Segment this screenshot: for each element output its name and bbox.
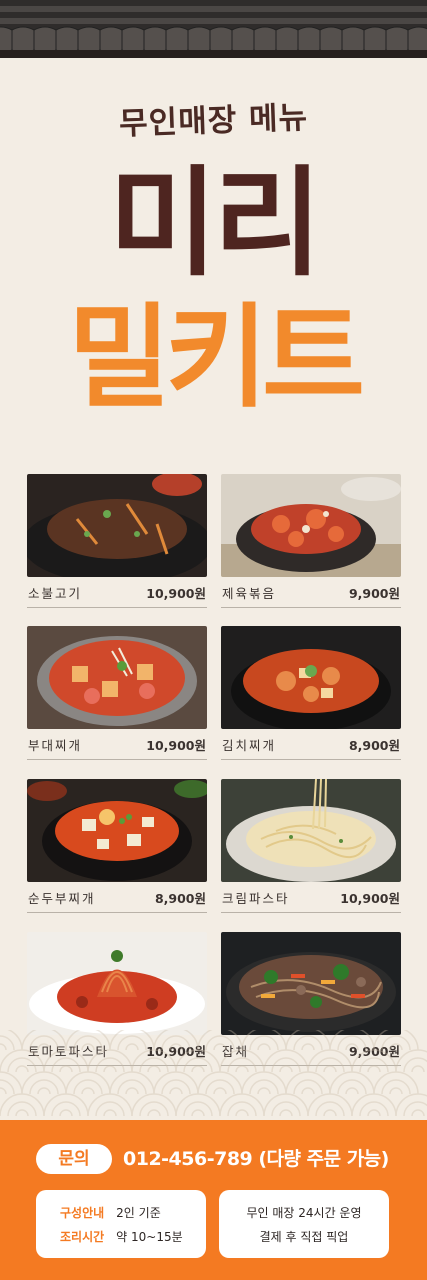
note-line: 결제 후 직접 픽업 [259,1230,349,1244]
notes-box: 무인 매장 24시간 운영 결제 후 직접 픽업 [219,1190,389,1258]
menu-item[interactable]: 순두부찌개 8,900원 [27,779,207,913]
inquiry-badge: 문의 [36,1144,112,1174]
menu-item-price: 9,900원 [348,585,400,601]
info-value: 약 10~15분 [116,1230,183,1244]
note-line: 무인 매장 24시간 운영 [246,1206,362,1220]
menu-item-name: 부대찌개 [28,737,83,753]
menu-item-price: 10,900원 [340,890,400,906]
menu-item-name: 크림파스타 [222,890,290,906]
menu-item[interactable]: 김치찌개 8,900원 [221,626,401,760]
info-box: 구성안내 2인 기준 조리시간 약 10~15분 [36,1190,206,1258]
menu-item-price: 10,900원 [146,585,206,601]
menu-item[interactable]: 크림파스타 10,900원 [221,779,401,913]
title-miri: 미리 [108,154,322,292]
wave-pattern [0,1030,427,1117]
footer: 문의 012-456-789 (다량 주문 가능) 구성안내 2인 기준 조리시… [0,1120,427,1280]
bulgogi-photo [27,474,207,577]
title-mealkit: 밀키트 [67,293,365,423]
menu-item-price: 8,900원 [348,737,400,753]
menu-item[interactable]: 부대찌개 10,900원 [27,626,207,760]
roof-tile-banner [0,0,427,58]
menu-item-price: 10,900원 [146,737,206,753]
tomato-pasta-photo [27,932,207,1035]
jeyuk-photo [221,474,401,577]
menu-eyebrow: 무인매장 메뉴 [118,99,309,143]
kimchi-stew-photo [221,626,401,729]
menu-item-name: 순두부찌개 [28,890,96,906]
menu-item[interactable]: 제육볶음 9,900원 [221,474,401,608]
budae-photo [27,626,207,729]
japchae-photo [221,932,401,1035]
info-row: 조리시간 약 10~15분 [60,1228,183,1245]
menu-item-name: 소불고기 [28,585,83,601]
info-value: 2인 기준 [116,1206,161,1220]
phone-number[interactable]: 012-456-789 (다량 주문 가능) [123,1143,389,1175]
info-key: 구성안내 [60,1206,105,1220]
menu-item[interactable]: 소불고기 10,900원 [27,474,207,608]
info-key: 조리시간 [60,1230,105,1244]
menu-item-price: 8,900원 [154,890,206,906]
info-row: 구성안내 2인 기준 [60,1204,161,1221]
cream-pasta-photo [221,779,401,882]
sundubu-photo [27,779,207,882]
menu-item-name: 김치찌개 [222,737,277,753]
menu-item-name: 제육볶음 [222,585,277,601]
